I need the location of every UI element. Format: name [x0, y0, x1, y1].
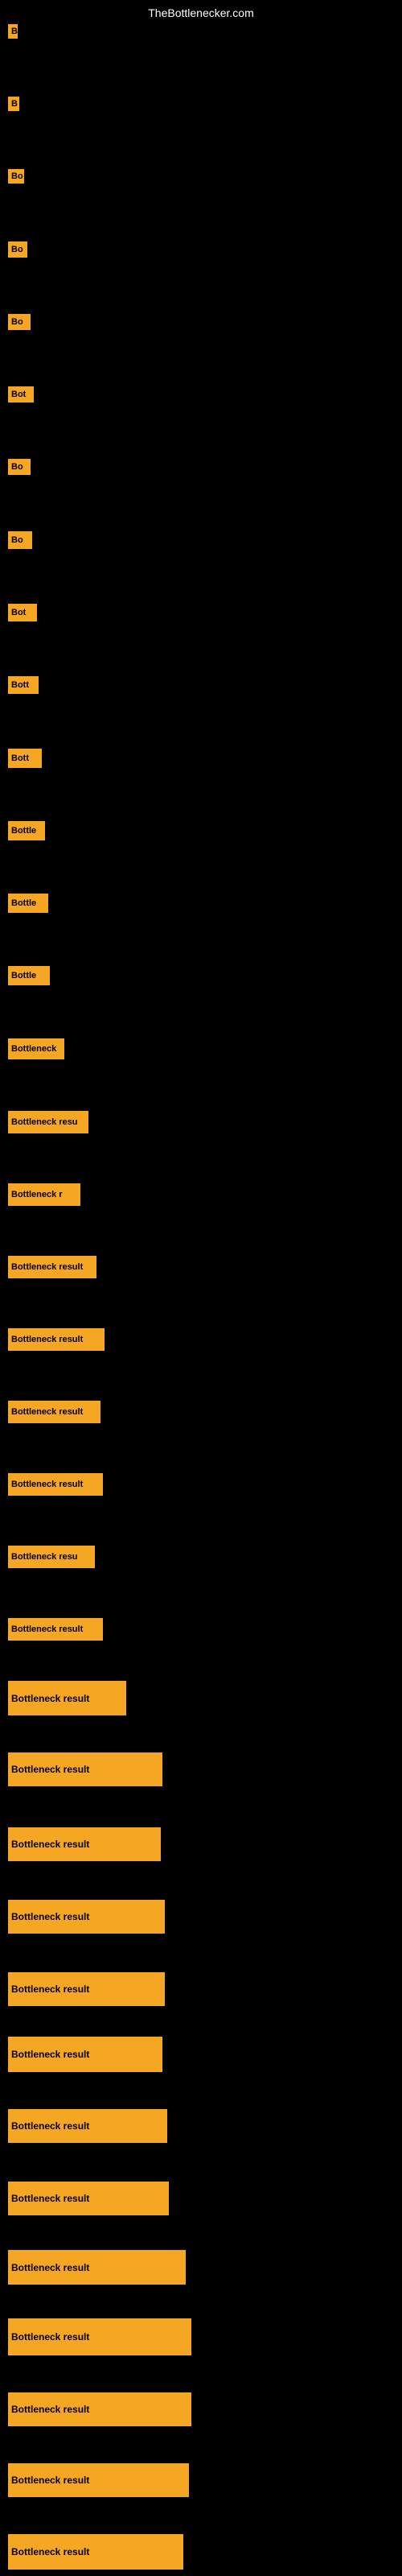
bar-item: B	[8, 24, 18, 39]
bar-item: Bott	[8, 749, 42, 768]
bar: Bottle	[8, 821, 45, 840]
bar: Bo	[8, 459, 31, 475]
bar: Bottleneck	[8, 1038, 64, 1059]
bar-item: Bottleneck result	[8, 1328, 105, 1351]
bar: Bottleneck result	[8, 2037, 162, 2072]
bar: Bottleneck result	[8, 2534, 183, 2570]
bar: Bottleneck result	[8, 1473, 103, 1496]
bar: Bottleneck result	[8, 1401, 100, 1423]
bar: Bottleneck result	[8, 1752, 162, 1786]
bar-item: Bottleneck result	[8, 2182, 169, 2215]
bar: Bott	[8, 749, 42, 768]
bar: Bottleneck result	[8, 1618, 103, 1641]
bar: Bot	[8, 604, 37, 621]
bar-item: Bottleneck result	[8, 1752, 162, 1786]
bar-item: Bo	[8, 314, 31, 330]
bar: Bottleneck result	[8, 2250, 186, 2285]
bar: Bottleneck result	[8, 2318, 191, 2355]
bar: Bo	[8, 314, 31, 330]
bar-item: Bottleneck result	[8, 2463, 189, 2497]
site-title: TheBottlenecker.com	[148, 6, 254, 19]
bar: Bo	[8, 531, 32, 549]
bar-item: Bottleneck result	[8, 1681, 126, 1715]
bar: Bottleneck r	[8, 1183, 80, 1206]
bar: Bottleneck result	[8, 1900, 165, 1934]
bar-item: Bot	[8, 604, 37, 621]
bar-item: Bottleneck resu	[8, 1546, 95, 1568]
bar-item: Bottleneck	[8, 1038, 64, 1059]
bar: Bott	[8, 676, 39, 694]
bar: Bottleneck result	[8, 2463, 189, 2497]
bar-item: B	[8, 97, 19, 111]
bar: Bottleneck result	[8, 1827, 161, 1861]
bar-item: Bottleneck result	[8, 2037, 162, 2072]
bar-item: Bottle	[8, 821, 45, 840]
bar-item: Bottleneck result	[8, 1473, 103, 1496]
bar-item: Bottleneck result	[8, 2534, 183, 2570]
bar-item: Bottleneck result	[8, 1900, 165, 1934]
bar-item: Bo	[8, 242, 27, 258]
bar-item: Bottleneck result	[8, 1827, 161, 1861]
bar: Bo	[8, 242, 27, 258]
bar-item: Bo	[8, 459, 31, 475]
bar: Bottleneck result	[8, 1681, 126, 1715]
bar-item: Bottleneck result	[8, 1401, 100, 1423]
bar-item: Bot	[8, 386, 34, 402]
bar: Bottleneck result	[8, 1256, 96, 1278]
bar-item: Bottleneck result	[8, 2250, 186, 2285]
bar-item: Bottleneck result	[8, 2109, 167, 2143]
bar: Bottleneck result	[8, 2109, 167, 2143]
bar: Bot	[8, 386, 34, 402]
bar-item: Bottleneck resu	[8, 1111, 88, 1133]
bar-item: Bottle	[8, 894, 48, 913]
bar-item: Bottleneck result	[8, 2392, 191, 2426]
bar-item: Bott	[8, 676, 39, 694]
bar: Bottleneck result	[8, 2392, 191, 2426]
bar-item: Bottleneck result	[8, 1972, 165, 2006]
bar: B	[8, 24, 18, 39]
bar: Bottleneck resu	[8, 1546, 95, 1568]
bar: Bottle	[8, 894, 48, 913]
bar: Bo	[8, 169, 24, 184]
bar: Bottle	[8, 966, 50, 985]
bar-item: Bottle	[8, 966, 50, 985]
bar-item: Bottleneck result	[8, 2318, 191, 2355]
bar: Bottleneck resu	[8, 1111, 88, 1133]
bar-item: Bottleneck result	[8, 1256, 96, 1278]
bar: Bottleneck result	[8, 1328, 105, 1351]
bar-item: Bo	[8, 169, 24, 184]
bar-item: Bottleneck result	[8, 1618, 103, 1641]
bar-item: Bo	[8, 531, 32, 549]
bar: B	[8, 97, 19, 111]
bar: Bottleneck result	[8, 1972, 165, 2006]
bar: Bottleneck result	[8, 2182, 169, 2215]
bar-item: Bottleneck r	[8, 1183, 80, 1206]
